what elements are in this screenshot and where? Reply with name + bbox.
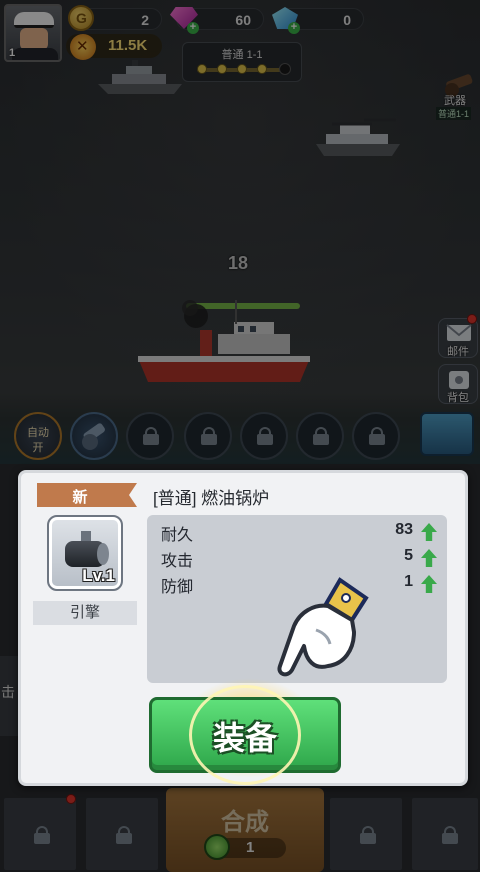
stat-up-arrow-icon [421,575,437,593]
stat-name: 攻击 [161,553,194,570]
stat-name: 耐久 [161,527,194,544]
game-scene: 1 2 60 + 0 + 11.5K 普通 1-1 [0,0,480,872]
stat-up-arrow-icon [421,523,437,541]
item-name: [普通] 燃油锅炉 [153,489,270,508]
new-tag: 新 [37,483,137,507]
new-item-popup: 新 [普通] 燃油锅炉 Lv.1 引擎 耐久 83 攻击 5 防御 1 装备 [18,470,468,786]
item-level: Lv.1 [82,566,115,585]
stat-name: 防御 [161,579,194,596]
stat-value: 83 [395,521,413,538]
engine-icon [61,531,111,571]
item-card[interactable]: Lv.1 [47,515,123,591]
stat-row: 攻击 5 [161,547,441,571]
stat-value: 5 [404,547,413,564]
new-tag-text: 新 [72,489,88,506]
stat-row: 耐久 83 [161,521,441,545]
tutorial-highlight-ring [189,685,301,785]
item-type: 引擎 [33,601,137,625]
stat-value: 1 [404,573,413,590]
stat-up-arrow-icon [421,549,437,567]
tutorial-pointer-hand-icon [277,577,369,677]
